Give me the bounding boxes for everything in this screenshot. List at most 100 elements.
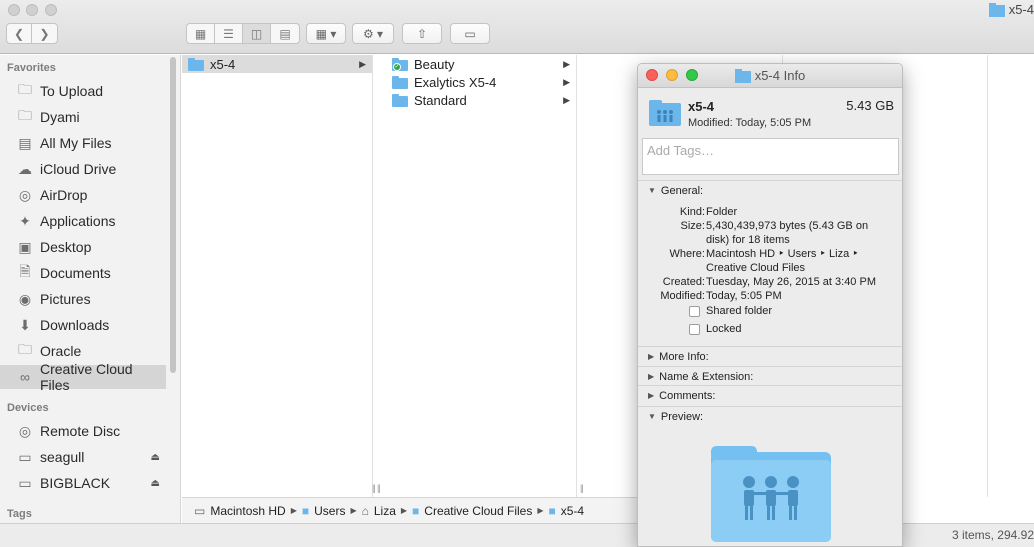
disclosure-arrow-icon: ▶ <box>563 76 570 87</box>
share-button[interactable]: ⇧ <box>402 23 442 44</box>
kind-key: Kind: <box>679 206 705 218</box>
info-modified-line: Modified: Today, 5:05 PM <box>688 117 812 129</box>
icon-view-button[interactable]: ▦ <box>187 24 215 43</box>
checkbox-box[interactable] <box>689 305 700 317</box>
sidebar-item-remote-disc[interactable]: ◎ Remote Disc <box>0 419 166 443</box>
path-item[interactable]: x5-4 <box>561 504 584 518</box>
sidebar-item-label: seagull <box>40 449 85 465</box>
column-resize-handle[interactable]: || <box>377 483 381 493</box>
window-title-text: x5-4 <box>1008 2 1034 17</box>
sidebar-item-label: BIGBLACK <box>40 475 111 491</box>
checkbox-label: Locked <box>706 323 742 335</box>
column-row-exalytics[interactable]: Exalytics X5-4 ▶ <box>386 73 576 91</box>
shared-folder-checkbox[interactable]: Shared folder <box>689 305 772 317</box>
path-item[interactable]: Users <box>314 504 345 518</box>
shared-folder-icon <box>988 2 1005 17</box>
favorites-heading: Favorites <box>7 62 56 74</box>
column-row-standard[interactable]: Standard ▶ <box>386 91 576 109</box>
column-row-beauty[interactable]: ✓ Beauty ▶ <box>386 55 576 73</box>
row-label: Beauty <box>414 56 455 72</box>
eject-icon[interactable]: ⏏ <box>151 478 160 489</box>
info-window: x5-4 Info x5-4 5.43 GB Modified: Today, … <box>637 63 903 547</box>
airdrop-icon: ◎ <box>18 186 32 203</box>
tag-icon: ▭ <box>464 26 476 41</box>
chevron-left-icon: ❮ <box>13 26 25 41</box>
column-2: ✓ Beauty ▶ Exalytics X5-4 ▶ Standard ▶ |… <box>377 55 584 497</box>
sidebar-item-label: Pictures <box>40 291 91 307</box>
checkbox-box[interactable] <box>689 323 700 335</box>
sidebar-item-to-upload[interactable]: 🗀 To Upload <box>0 79 166 103</box>
forward-button[interactable]: ❯ <box>32 24 57 43</box>
more-info-section-header[interactable]: ▶ More Info: <box>638 346 902 366</box>
locked-checkbox[interactable]: Locked <box>689 323 741 335</box>
shared-folder-icon <box>392 93 408 107</box>
column-view-button[interactable]: ◫ <box>243 24 271 43</box>
path-item[interactable]: Macintosh HD <box>210 504 285 518</box>
sidebar-item-oracle[interactable]: 🗀 Oracle <box>0 339 166 363</box>
disclosure-closed-icon: ▶ <box>648 352 655 361</box>
action-button[interactable]: ⚙ ▾ <box>352 23 394 44</box>
close-button[interactable] <box>8 4 20 16</box>
column-row-x5-4[interactable]: x5-4 ▶ <box>182 55 372 73</box>
disclosure-arrow-icon: ▶ <box>563 94 570 105</box>
back-button[interactable]: ❮ <box>7 24 33 43</box>
modified-value: Today, 5:05 PM <box>706 290 782 302</box>
folder-icon: 🗀 <box>18 107 32 123</box>
all-files-icon: ▤ <box>18 134 32 151</box>
window-title: x5-4 <box>988 2 1034 17</box>
creative-cloud-icon: ∞ <box>20 369 30 385</box>
sidebar-item-creative-cloud-files[interactable]: ∞ Creative Cloud Files <box>0 361 166 393</box>
sidebar-item-pictures[interactable]: ◉ Pictures <box>0 287 166 311</box>
sidebar-item-label: Remote Disc <box>40 423 121 439</box>
sidebar-item-label: Creative Cloud Files <box>39 361 133 393</box>
path-separator-icon: ▶ <box>537 506 544 515</box>
info-close-button[interactable] <box>646 69 658 81</box>
section-label: Comments: <box>659 389 716 402</box>
sidebar-item-airdrop[interactable]: ◎ AirDrop <box>0 183 166 207</box>
download-icon: ⬇ <box>19 316 31 333</box>
eject-icon[interactable]: ⏏ <box>151 452 160 463</box>
shared-folder-icon <box>649 100 681 126</box>
sidebar-scrollbar[interactable] <box>170 57 176 373</box>
arrange-icon: ▦ ▾ <box>315 26 337 41</box>
info-minimize-button[interactable] <box>666 69 678 81</box>
sidebar-item-all-my-files[interactable]: ▤ All My Files <box>0 131 166 155</box>
path-item[interactable]: Liza <box>374 504 396 518</box>
path-bar: ▭ Macintosh HD ▶ ■ Users ▶ ⌂ Liza ▶ ■ Cr… <box>182 497 637 523</box>
columns-icon: ◫ <box>250 26 263 41</box>
tags-heading: Tags <box>7 508 32 520</box>
shared-folder-icon <box>734 68 751 83</box>
cover-flow-button[interactable]: ▤ <box>271 24 299 43</box>
synced-folder-icon: ✓ <box>392 57 408 71</box>
sidebar-item-documents[interactable]: 🗎 Documents <box>0 261 166 285</box>
devices-heading: Devices <box>7 402 49 414</box>
list-view-button[interactable]: ☰ <box>215 24 243 43</box>
sidebar-item-label: Applications <box>40 213 116 229</box>
comments-section-header[interactable]: ▶ Comments: <box>638 385 902 405</box>
column-resize-handle[interactable]: || <box>580 483 584 493</box>
tags-field[interactable]: Add Tags… <box>642 138 899 175</box>
tags-placeholder: Add Tags… <box>647 143 714 158</box>
sidebar-item-desktop[interactable]: ▣ Desktop <box>0 235 166 259</box>
sidebar-item-dyami[interactable]: 🗀 Dyami <box>0 105 166 129</box>
path-separator-icon: ▶ <box>290 506 297 515</box>
tags-button[interactable]: ▭ <box>450 23 490 44</box>
sidebar-item-downloads[interactable]: ⬇ Downloads <box>0 313 166 337</box>
preview-section-header[interactable]: ▼ Preview: <box>638 406 902 426</box>
arrange-button[interactable]: ▦ ▾ <box>306 23 346 44</box>
name-extension-section-header[interactable]: ▶ Name & Extension: <box>638 366 902 386</box>
general-section-header[interactable]: ▼ General: <box>638 180 902 200</box>
list-icon: ☰ <box>223 26 234 41</box>
sidebar-item-icloud-drive[interactable]: ☁ iCloud Drive <box>0 157 166 181</box>
sidebar-item-applications[interactable]: ✦ Applications <box>0 209 166 233</box>
column-resize-handle[interactable]: || <box>372 483 376 493</box>
zoom-button[interactable] <box>45 4 57 16</box>
shared-folder-icon <box>392 75 408 89</box>
sidebar-item-seagull[interactable]: ▭ seagull ⏏ <box>0 445 166 469</box>
info-zoom-button[interactable] <box>686 69 698 81</box>
drive-icon: ▭ <box>18 448 32 465</box>
path-item[interactable]: Creative Cloud Files <box>424 504 532 518</box>
minimize-button[interactable] <box>26 4 38 16</box>
sidebar-item-bigblack[interactable]: ▭ BIGBLACK ⏏ <box>0 471 166 495</box>
disclosure-arrow-icon: ▶ <box>563 58 570 69</box>
